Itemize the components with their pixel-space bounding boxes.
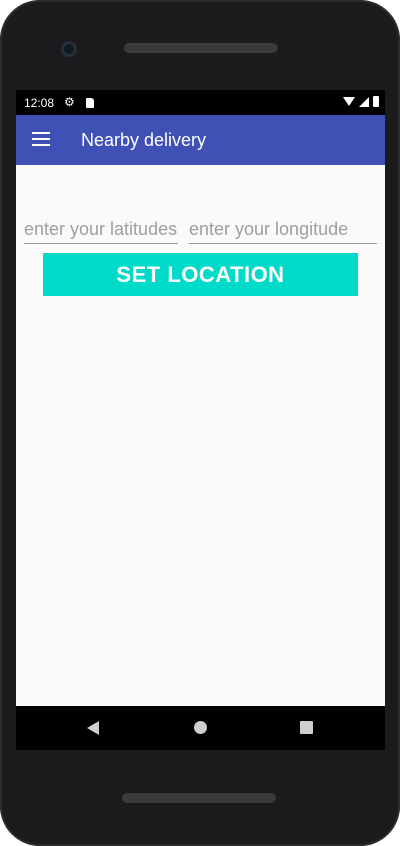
status-time: 12:08 — [24, 96, 55, 110]
latitude-input[interactable] — [24, 215, 178, 244]
screen: 12:08 ⚙ Nearby delivery SET LOCATION — [16, 90, 385, 706]
front-camera — [61, 41, 77, 57]
app-title: Nearby delivery — [81, 130, 207, 150]
app-bar: Nearby delivery — [16, 115, 385, 165]
status-right-icons — [343, 96, 379, 107]
back-icon[interactable] — [87, 721, 99, 735]
longitude-input[interactable] — [189, 215, 377, 244]
bottom-speaker — [122, 793, 276, 803]
home-icon[interactable] — [194, 721, 207, 734]
sd-card-icon — [86, 98, 94, 108]
status-bar: 12:08 ⚙ — [16, 90, 385, 115]
set-location-button[interactable]: SET LOCATION — [43, 253, 358, 296]
phone-frame: 12:08 ⚙ Nearby delivery SET LOCATION — [0, 0, 400, 846]
hamburger-menu-icon[interactable] — [32, 132, 50, 146]
top-speaker — [124, 43, 278, 53]
wifi-icon — [343, 97, 355, 106]
battery-icon — [373, 96, 379, 107]
navigation-bar — [16, 706, 385, 750]
signal-icon — [359, 96, 369, 107]
recents-icon[interactable] — [300, 721, 313, 734]
gear-icon: ⚙ — [64, 95, 75, 109]
